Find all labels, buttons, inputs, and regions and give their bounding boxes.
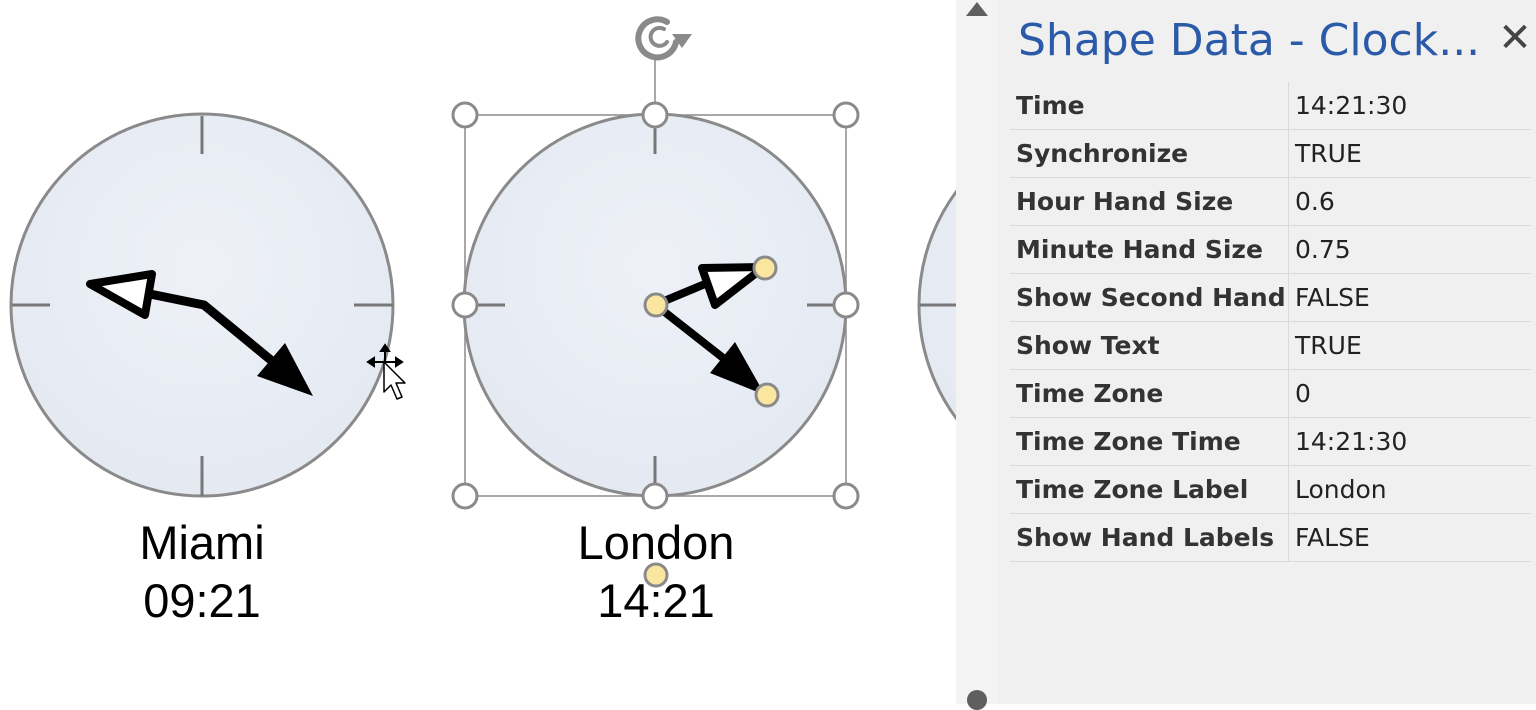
clock-miami[interactable] — [9, 112, 395, 498]
scroll-thumb[interactable] — [967, 690, 987, 710]
close-icon[interactable]: ✕ — [1496, 14, 1534, 62]
clock-time-label: 09:21 — [143, 574, 261, 627]
clock-partial[interactable] — [917, 114, 956, 496]
table-row[interactable]: Show Second Hand FALSE — [1010, 273, 1531, 322]
property-value[interactable]: FALSE — [1288, 273, 1531, 322]
property-name: Show Text — [1010, 321, 1289, 370]
resize-handle-top[interactable] — [641, 101, 669, 129]
resize-handle-top-left[interactable] — [451, 101, 479, 129]
panel-title: Shape Data - Clock... — [1018, 15, 1481, 66]
table-row[interactable]: Time 14:21:30 — [1010, 82, 1531, 130]
table-row[interactable]: Hour Hand Size 0.6 — [1010, 177, 1531, 226]
property-name: Synchronize — [1010, 129, 1289, 178]
control-handle-minute-hand[interactable] — [754, 382, 780, 408]
resize-handle-bottom-right[interactable] — [832, 482, 860, 510]
clock-city-label: London — [577, 516, 735, 569]
shape-data-table: Time 14:21:30 Synchronize TRUE Hour Hand… — [1010, 82, 1531, 562]
resize-handle-right[interactable] — [832, 291, 860, 319]
property-name: Time Zone Time — [1010, 417, 1289, 466]
property-name: Time Zone Label — [1010, 465, 1289, 514]
property-name: Show Hand Labels — [1010, 513, 1289, 562]
property-value[interactable]: London — [1288, 465, 1531, 514]
table-row[interactable]: Synchronize TRUE — [1010, 129, 1531, 178]
drawing-canvas[interactable]: Miami 09:21 London 14:21 — [0, 0, 956, 704]
scroll-up-icon[interactable] — [966, 2, 988, 16]
table-row[interactable]: Minute Hand Size 0.75 — [1010, 225, 1531, 274]
property-name: Minute Hand Size — [1010, 225, 1289, 274]
property-value[interactable]: 0.75 — [1288, 225, 1531, 274]
rotate-handle-icon[interactable] — [635, 16, 692, 61]
property-value[interactable]: TRUE — [1288, 321, 1531, 370]
property-value[interactable]: 14:21:30 — [1288, 417, 1531, 466]
property-name: Show Second Hand — [1010, 273, 1289, 322]
vertical-scrollbar[interactable] — [956, 0, 998, 710]
shape-data-panel: Shape Data - Clock... ✕ Time 14:21:30 Sy… — [998, 0, 1536, 704]
property-name: Hour Hand Size — [1010, 177, 1289, 226]
resize-handle-left[interactable] — [451, 291, 479, 319]
property-value[interactable]: FALSE — [1288, 513, 1531, 562]
property-value[interactable]: 14:21:30 — [1288, 82, 1531, 130]
resize-handle-bottom-left[interactable] — [451, 482, 479, 510]
property-value[interactable]: 0.6 — [1288, 177, 1531, 226]
clock-city-label: Miami — [139, 516, 265, 569]
property-value[interactable]: 0 — [1288, 369, 1531, 418]
clock-label-london: London 14:21 — [526, 514, 786, 630]
table-row[interactable]: Show Hand Labels FALSE — [1010, 513, 1531, 562]
control-handle-center[interactable] — [643, 292, 669, 318]
property-name: Time Zone — [1010, 369, 1289, 418]
property-name: Time — [1010, 82, 1289, 130]
property-value[interactable]: TRUE — [1288, 129, 1531, 178]
table-row[interactable]: Time Zone Label London — [1010, 465, 1531, 514]
resize-handle-bottom[interactable] — [641, 482, 669, 510]
resize-handle-top-right[interactable] — [832, 101, 860, 129]
clock-time-label: 14:21 — [597, 574, 715, 627]
control-handle-hour-hand[interactable] — [752, 255, 778, 281]
table-row[interactable]: Time Zone 0 — [1010, 369, 1531, 418]
clock-label-miami: Miami 09:21 — [72, 514, 332, 630]
table-row[interactable]: Show Text TRUE — [1010, 321, 1531, 370]
table-row[interactable]: Time Zone Time 14:21:30 — [1010, 417, 1531, 466]
